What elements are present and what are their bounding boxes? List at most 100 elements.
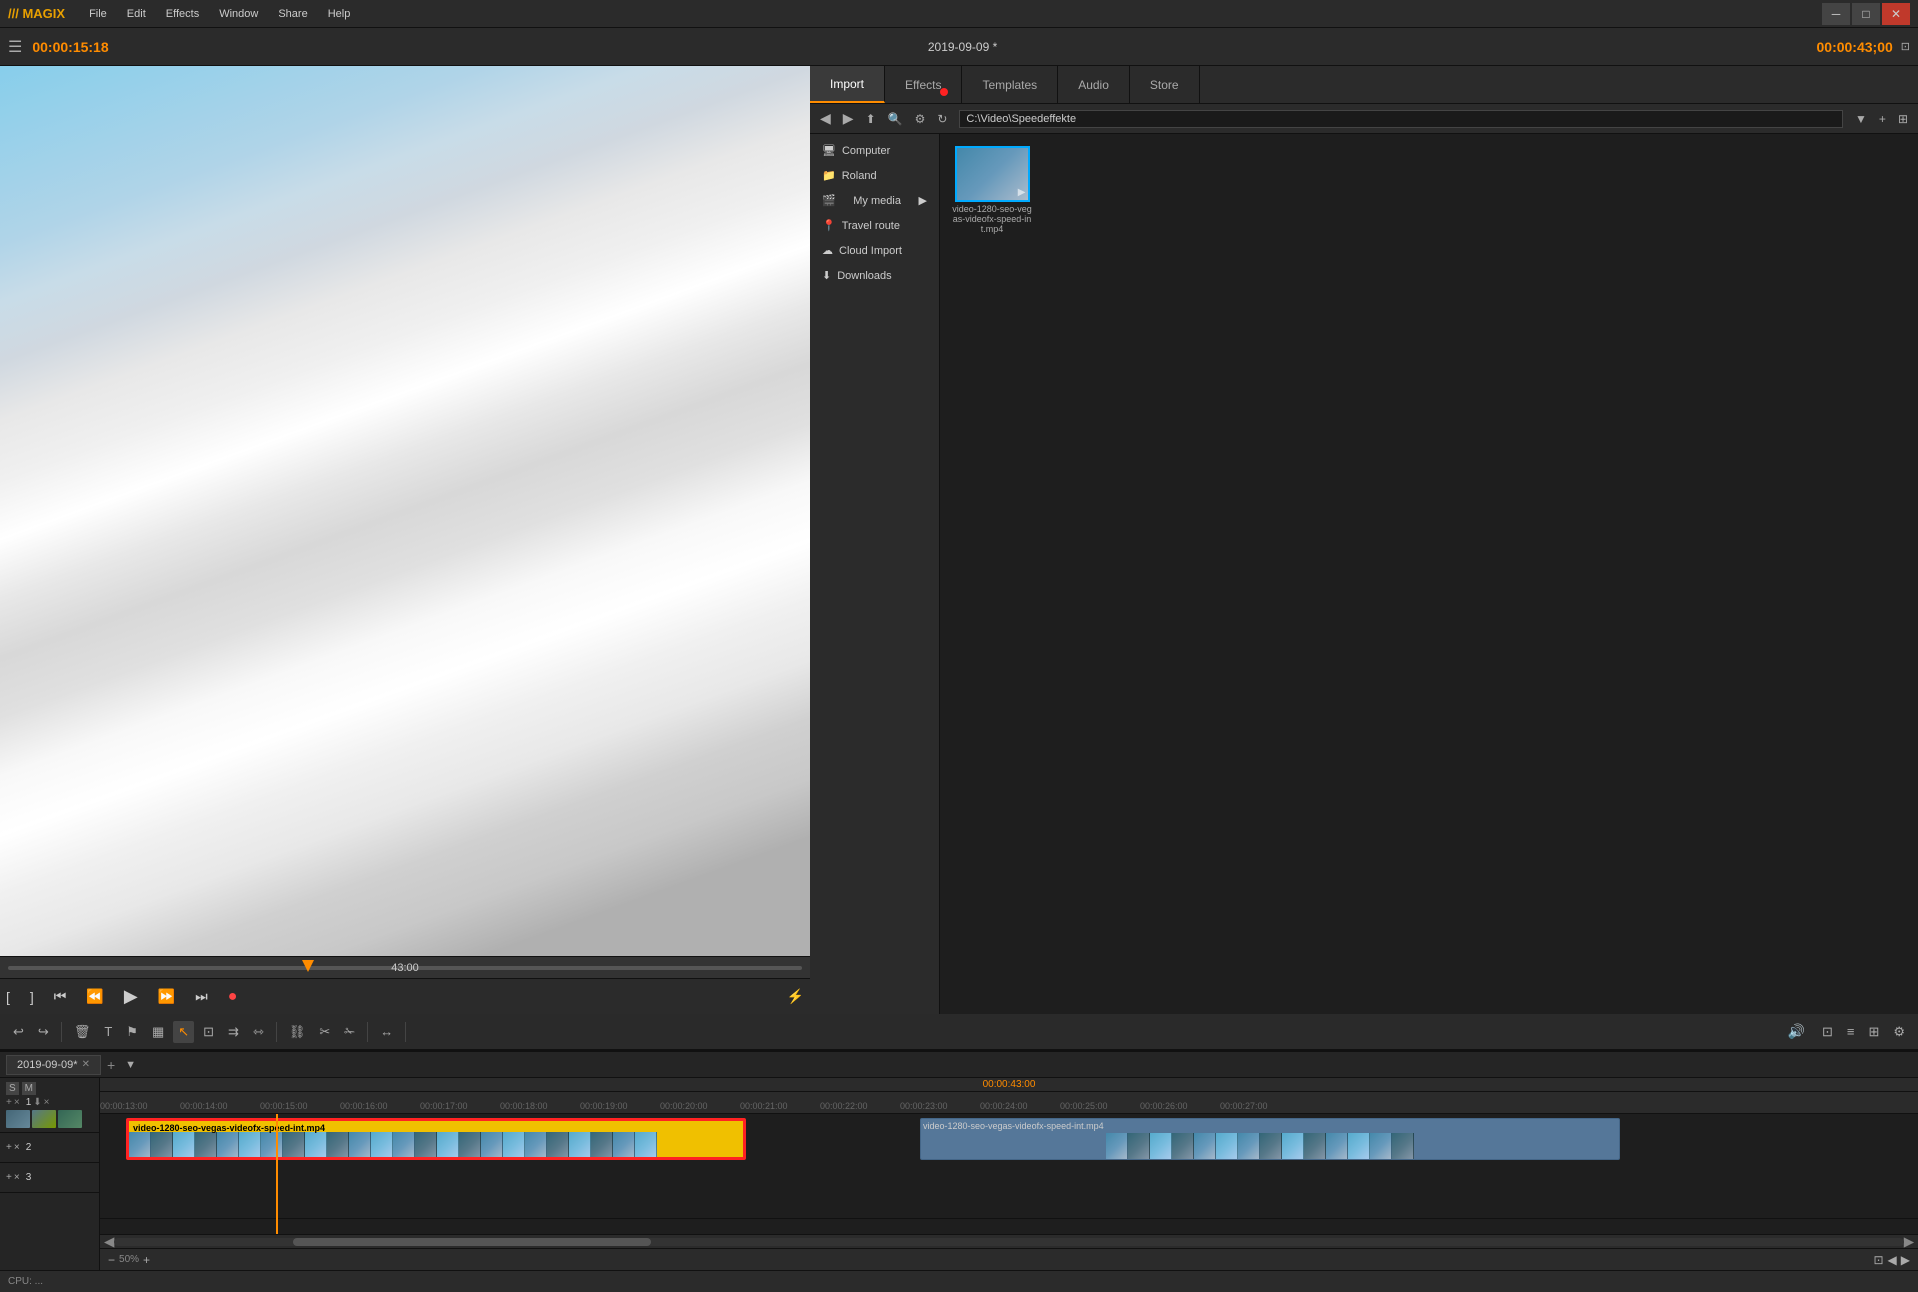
power-button[interactable]: ⚡ — [781, 986, 810, 1007]
nav-computer[interactable]: 🖥 Computer — [810, 138, 939, 163]
forward-button[interactable]: ▶ — [839, 108, 858, 129]
track-thumbnail — [58, 1110, 82, 1128]
link-button[interactable]: ⛓ — [284, 1021, 311, 1043]
track-s-btn[interactable]: S — [6, 1082, 19, 1095]
nav-downloads[interactable]: ⬇ Downloads — [810, 263, 939, 288]
ruler-mark: 00:00:14:00 — [180, 1101, 228, 1111]
menu-window[interactable]: Window — [209, 4, 268, 24]
track-height-button[interactable]: ≡ — [1842, 1021, 1860, 1042]
hamburger-menu[interactable]: ☰ — [8, 37, 22, 57]
track-thumbnail — [32, 1110, 56, 1128]
multiselect-button[interactable]: ⊡ — [198, 1021, 219, 1043]
file-item[interactable]: video-1280-seo-vegas-videofx-speed-int.m… — [952, 146, 1032, 234]
tab-effects[interactable]: Effects — [885, 66, 962, 103]
menu-edit[interactable]: Edit — [117, 4, 156, 24]
continuation-clip[interactable]: video-1280-seo-vegas-videofx-speed-int.m… — [920, 1118, 1620, 1160]
panel-maximize-button[interactable]: ⊡ — [1901, 40, 1910, 53]
timecode-left: 00:00:15:18 — [32, 39, 142, 55]
undo-button[interactable]: ↩ — [8, 1021, 29, 1043]
track-3-plus[interactable]: + — [6, 1172, 12, 1183]
menu-effects[interactable]: Effects — [156, 4, 209, 24]
arrow-icon: ▶ — [919, 194, 927, 207]
zoom-arrow-left[interactable]: ◀ — [1888, 1253, 1897, 1267]
close-tab-button[interactable]: ✕ — [82, 1059, 90, 1070]
grid-view-button[interactable]: ⊞ — [1894, 110, 1912, 128]
project-tab[interactable]: 2019-09-09* ✕ — [6, 1055, 101, 1075]
step-back-button[interactable]: ⏪ — [80, 986, 109, 1007]
path-dropdown-button[interactable]: ▼ — [1851, 110, 1871, 128]
title-button[interactable]: T — [99, 1021, 117, 1042]
project-name: 2019-09-09 * — [146, 40, 1778, 54]
route-icon: 📍 — [822, 219, 836, 232]
nav-roland[interactable]: 📁 Roland — [810, 163, 939, 188]
track-add-button[interactable]: × — [14, 1097, 20, 1108]
playhead-timecode: 00:00:43:00 — [100, 1078, 1918, 1092]
settings2-button[interactable]: ⚙ — [1888, 1021, 1910, 1043]
tab-import[interactable]: Import — [810, 66, 885, 103]
slip-button[interactable]: ⇿ — [248, 1021, 269, 1043]
expand-button[interactable]: ⊞ — [1863, 1021, 1884, 1043]
nav-cloud-import[interactable]: ☁ Cloud Import — [810, 238, 939, 263]
tab-audio[interactable]: Audio — [1058, 66, 1130, 103]
track-m-btn[interactable]: M — [22, 1082, 36, 1095]
view-toggle-button[interactable]: ⊡ — [1817, 1021, 1838, 1043]
timeline-scroll-thumb[interactable] — [293, 1238, 651, 1246]
delete-button[interactable]: 🗑 — [69, 1021, 96, 1043]
dropdown-tab-button[interactable]: ▼ — [125, 1059, 136, 1071]
ruler-mark: 00:00:18:00 — [500, 1101, 548, 1111]
zoom-in-button[interactable]: + — [143, 1253, 150, 1267]
ruler-mark: 00:00:19:00 — [580, 1101, 628, 1111]
step-forward-button[interactable]: ⏩ — [152, 986, 181, 1007]
file-name-label: video-1280-seo-vegas-videofx-speed-int.m… — [952, 204, 1032, 234]
goto-end-button[interactable]: ⏭ — [189, 986, 214, 1007]
scene-button[interactable]: ▦ — [147, 1021, 169, 1043]
nav-travel-route[interactable]: 📍 Travel route — [810, 213, 939, 238]
track-down-btn[interactable]: ⬇ — [33, 1097, 41, 1108]
timeline-scrollbar-track[interactable] — [114, 1238, 1904, 1246]
nav-my-media[interactable]: 🎬 My media ▶ — [810, 188, 939, 213]
track-plus-icon[interactable]: + — [6, 1097, 12, 1108]
download-icon: ⬇ — [822, 269, 831, 282]
back-button[interactable]: ◀ — [816, 108, 835, 129]
goto-start-button[interactable]: ⏮ — [48, 986, 73, 1007]
mark-in-button[interactable]: [ — [0, 987, 16, 1007]
mark-out-button[interactable]: ] — [24, 987, 40, 1007]
tab-store[interactable]: Store — [1130, 66, 1200, 103]
menu-help[interactable]: Help — [318, 4, 361, 24]
track-header-1: S M + × 1 ⬇ × — [0, 1078, 99, 1133]
tab-templates[interactable]: Templates — [962, 66, 1058, 103]
unlink-button[interactable]: ✂ — [314, 1021, 335, 1043]
select-button[interactable]: ↖ — [173, 1021, 194, 1043]
menu-share[interactable]: Share — [268, 4, 317, 24]
ripple-button[interactable]: ⇉ — [223, 1021, 244, 1043]
ruler-mark: 00:00:13:00 — [100, 1101, 148, 1111]
track-3-x[interactable]: × — [14, 1172, 20, 1183]
playhead-line — [276, 1114, 278, 1234]
search-button[interactable]: 🔍 — [884, 110, 907, 128]
selected-clip[interactable]: video-1280-seo-vegas-videofx-speed-int.m… — [126, 1118, 746, 1160]
folder-up-button[interactable]: ⬆ — [862, 110, 880, 128]
ruler-mark: 00:00:17:00 — [420, 1101, 468, 1111]
add-tab-button[interactable]: + — [103, 1057, 119, 1073]
track-2-x[interactable]: × — [14, 1142, 20, 1153]
settings-button[interactable]: ⚙ — [911, 110, 930, 128]
fit-button[interactable]: ↔ — [375, 1021, 398, 1042]
redo-button[interactable]: ↪ — [33, 1021, 54, 1043]
zoom-out-button[interactable]: − — [108, 1253, 115, 1267]
track-x-btn[interactable]: × — [44, 1097, 50, 1108]
cut-button[interactable]: ✁ — [339, 1021, 360, 1043]
refresh-button[interactable]: ↻ — [933, 110, 951, 128]
marker-button[interactable]: ⚑ — [121, 1021, 143, 1043]
maximize-button[interactable]: □ — [1852, 3, 1880, 25]
menu-file[interactable]: File — [79, 4, 117, 24]
track-2-plus[interactable]: + — [6, 1142, 12, 1153]
add-button[interactable]: + — [1875, 110, 1890, 128]
path-input[interactable] — [959, 110, 1843, 128]
record-button[interactable]: ● — [222, 986, 244, 1008]
zoom-level: 50% — [119, 1254, 139, 1265]
fit-timeline-button[interactable]: ⊡ — [1873, 1253, 1883, 1267]
play-pause-button[interactable]: ▶ — [118, 984, 144, 1009]
minimize-button[interactable]: ─ — [1822, 3, 1850, 25]
zoom-arrow-right[interactable]: ▶ — [1901, 1253, 1910, 1267]
close-button[interactable]: ✕ — [1882, 3, 1910, 25]
